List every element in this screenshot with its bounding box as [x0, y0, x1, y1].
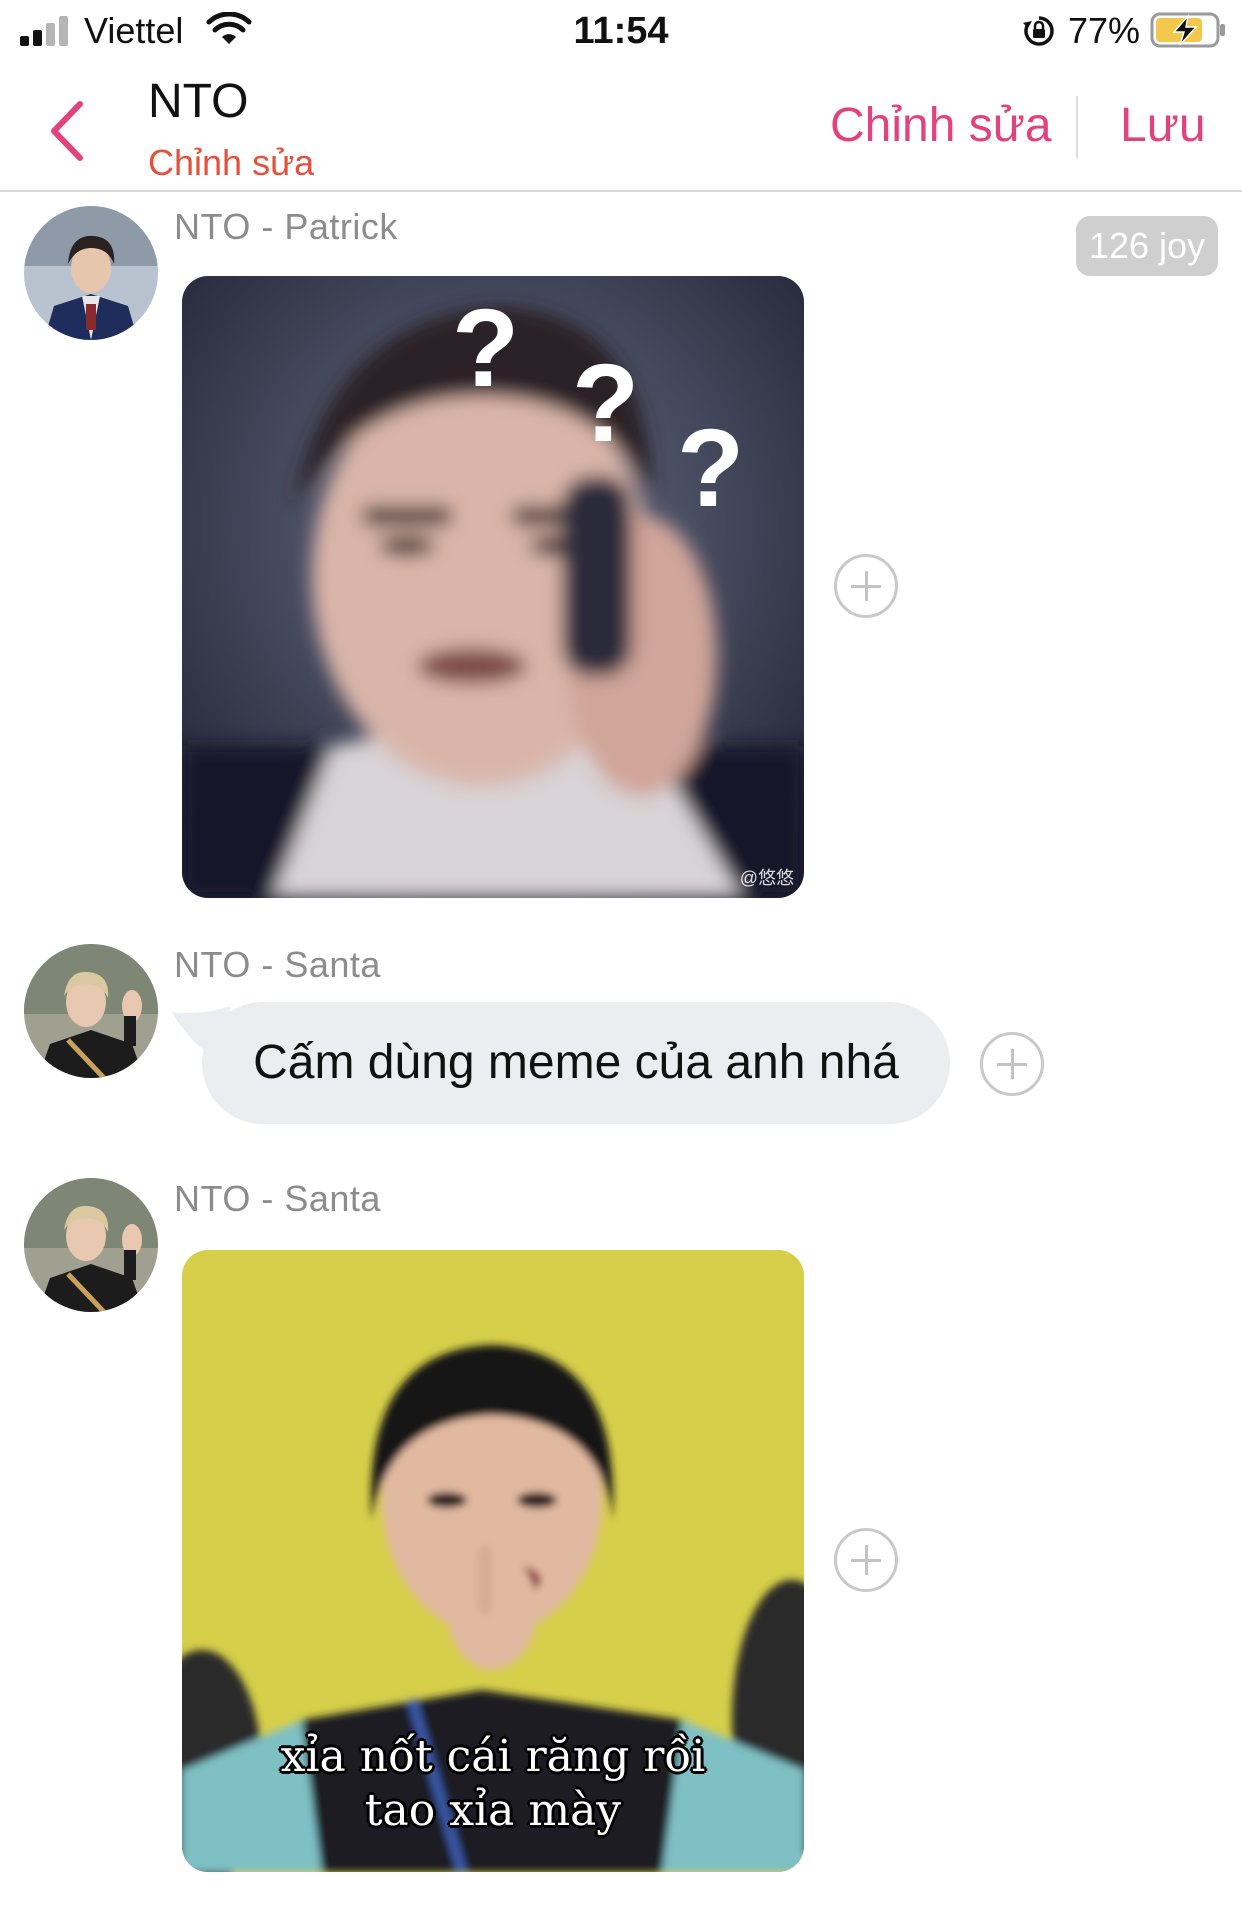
- sender-name: NTO - Santa: [174, 944, 381, 985]
- add-reaction-icon[interactable]: [834, 1528, 898, 1592]
- svg-text:?: ?: [677, 407, 744, 530]
- status-bar: Viettel 11:54 77%: [0, 0, 1242, 62]
- message-image[interactable]: xỉa nốt cái răng rồi tao xỉa mày: [182, 1250, 804, 1872]
- image-watermark: @悠悠: [739, 868, 794, 888]
- message-bubble[interactable]: Cấm dùng meme của anh nhá: [202, 1002, 950, 1124]
- sender-name: NTO - Santa: [174, 1178, 381, 1219]
- page-subtitle: Chỉnh sửa: [148, 142, 315, 183]
- rotation-lock-icon: [1023, 16, 1054, 46]
- svg-text:?: ?: [452, 287, 519, 410]
- edit-button[interactable]: Chỉnh sửa: [830, 98, 1052, 153]
- sender-name: NTO - Patrick: [174, 206, 398, 247]
- nav-divider: [1076, 96, 1078, 158]
- save-button[interactable]: Lưu: [1120, 98, 1206, 153]
- battery-percent: 77%: [1068, 10, 1141, 51]
- chevron-left-icon[interactable]: [38, 96, 94, 166]
- message-image[interactable]: ? ? ? @悠悠: [182, 276, 804, 898]
- joy-badge: 126 joy: [1076, 216, 1218, 276]
- add-reaction-icon[interactable]: [980, 1032, 1044, 1096]
- svg-text:?: ?: [572, 342, 639, 465]
- add-reaction-icon[interactable]: [834, 554, 898, 618]
- avatar[interactable]: [24, 944, 158, 1078]
- avatar[interactable]: [24, 1178, 158, 1312]
- meme-caption-line1: xỉa nốt cái răng rồi: [280, 1731, 706, 1782]
- nav-bar: NTO Chỉnh sửa Chỉnh sửa Lưu: [0, 62, 1242, 192]
- avatar[interactable]: [24, 206, 158, 340]
- meme-caption-line2: tao xỉa mày: [364, 1785, 622, 1836]
- page-title: NTO: [148, 75, 249, 128]
- battery-charging-icon: [1150, 12, 1225, 48]
